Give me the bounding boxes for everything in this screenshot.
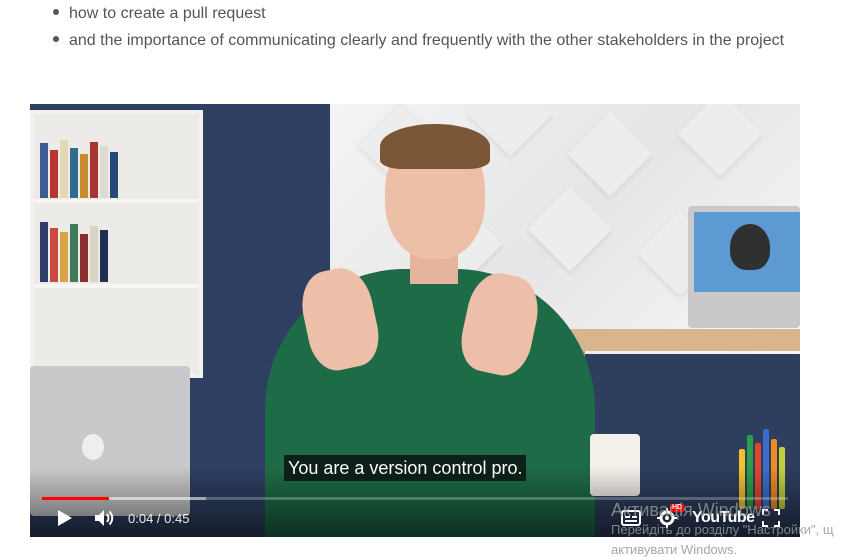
bullet-item: and the importance of communicating clea… bbox=[53, 27, 849, 54]
volume-icon bbox=[95, 510, 114, 526]
current-time: 0:04 bbox=[128, 510, 154, 526]
fullscreen-icon bbox=[762, 509, 780, 527]
captions-button[interactable] bbox=[618, 502, 644, 534]
apple-logo-icon bbox=[82, 434, 104, 460]
player-controls: 0:04 / 0:45 HD YouTube bbox=[30, 502, 800, 534]
settings-button[interactable]: HD bbox=[654, 502, 685, 534]
bullet-item: how to create a pull request bbox=[53, 0, 849, 27]
volume-button[interactable] bbox=[92, 502, 118, 534]
play-icon bbox=[58, 510, 72, 526]
closed-captions-icon bbox=[621, 510, 641, 526]
progress-played bbox=[42, 497, 110, 500]
duration: 0:45 bbox=[164, 510, 190, 526]
github-octocat-icon bbox=[730, 224, 770, 270]
page: how to create a pull request and the imp… bbox=[0, 0, 862, 557]
time-separator: / bbox=[153, 510, 165, 526]
watermark-line: активувати Windows. bbox=[611, 542, 738, 557]
progress-bar[interactable] bbox=[42, 497, 788, 500]
play-button[interactable] bbox=[52, 502, 78, 534]
youtube-logo[interactable]: YouTube bbox=[692, 502, 755, 534]
fullscreen-button[interactable] bbox=[758, 502, 784, 534]
time-display: 0:04 / 0:45 bbox=[128, 502, 189, 534]
hd-badge: HD bbox=[670, 504, 685, 512]
video-player[interactable]: You are a version control pro. 0:04 / 0: bbox=[30, 104, 800, 537]
bullet-list: how to create a pull request and the imp… bbox=[40, 0, 849, 54]
